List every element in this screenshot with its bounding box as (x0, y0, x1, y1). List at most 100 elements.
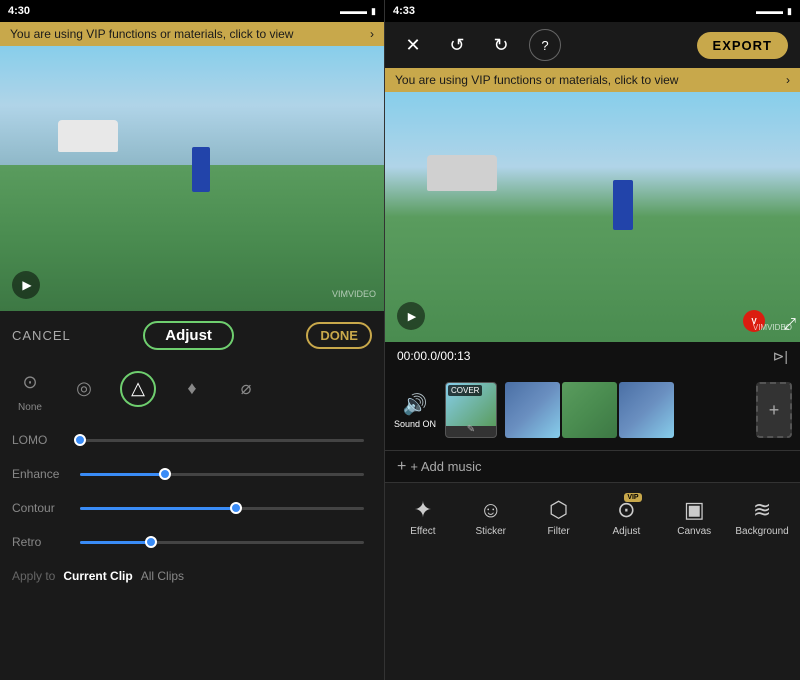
bottom-tool-canvas[interactable]: ▣ Canvas (666, 497, 722, 537)
clip-3[interactable] (619, 382, 674, 438)
filter-icons-row: ⊙ None ◎ △ ♦ ⌀ (0, 360, 384, 421)
slider-enhance: Enhance (12, 459, 372, 489)
effect-label: Effect (410, 526, 435, 537)
bottom-tool-filter[interactable]: ⬡ Filter (531, 497, 587, 537)
sound-label: Sound ON (394, 419, 436, 429)
cover-label: COVER (448, 385, 482, 396)
left-play-button[interactable]: ▶ (12, 271, 40, 299)
sound-button[interactable]: 🔊 Sound ON (393, 392, 437, 429)
filter-3[interactable]: △ (120, 371, 156, 407)
filter-5-icon: ⌀ (228, 371, 264, 407)
slider-contour-label: Contour (12, 501, 72, 515)
help-button[interactable]: ? (529, 29, 561, 61)
filter-2-icon: ◎ (66, 371, 102, 407)
left-status-icons: ▬▬▬ ▮ (340, 6, 376, 17)
timeline-bar: 00:00.0/00:13 ⊳| (385, 342, 800, 370)
close-button[interactable]: ✕ (397, 29, 429, 61)
filter-4[interactable]: ♦ (174, 371, 210, 407)
right-video-bg (385, 92, 800, 342)
cover-edit-icon: ✎ (467, 424, 475, 435)
apply-all-clips[interactable]: All Clips (141, 569, 184, 583)
background-label: Background (735, 526, 788, 537)
slider-retro-track[interactable] (80, 541, 364, 544)
filter-none-icon: ⊙ (12, 364, 48, 400)
clip-1[interactable] (505, 382, 560, 438)
vip-badge-tag: VIP (624, 493, 641, 502)
adjust-controls: CANCEL Adjust DONE ⊙ None ◎ △ ♦ ⌀ (0, 311, 384, 583)
clip-3-bg (619, 382, 674, 438)
fullscreen-button[interactable]: ⤢ (783, 316, 796, 334)
filter-5[interactable]: ⌀ (228, 371, 264, 407)
filter-2[interactable]: ◎ (66, 371, 102, 407)
slider-lomo: LOMO (12, 425, 372, 455)
left-panel: 4:30 ▬▬▬ ▮ You are using VIP functions o… (0, 0, 385, 680)
left-video-preview: ▶ VIMVIDEO (0, 46, 384, 311)
add-clip-button[interactable]: + (756, 382, 792, 438)
adjust-label: Adjust (612, 526, 640, 537)
apply-row: Apply to Current Clip All Clips (0, 561, 384, 583)
done-button[interactable]: DONE (306, 322, 372, 349)
right-video-preview: ▶ V VIMVIDEO ⤢ (385, 92, 800, 342)
left-time: 4:30 (8, 5, 30, 17)
adjust-header: CANCEL Adjust DONE (0, 321, 384, 360)
apply-current-clip[interactable]: Current Clip (63, 569, 132, 583)
add-music-row: + + Add music (385, 450, 800, 482)
right-vip-text: You are using VIP functions or materials… (395, 73, 678, 87)
right-play-button[interactable]: ▶ (397, 302, 425, 330)
signal-icon: ▬▬▬ (340, 6, 367, 16)
bottom-tool-adjust[interactable]: ⊙ VIP Adjust (598, 497, 654, 537)
timeline-end-button[interactable]: ⊳| (773, 348, 788, 365)
right-signal-icon: ▬▬▬ (756, 6, 783, 16)
adjust-title-button[interactable]: Adjust (143, 321, 234, 350)
toolbar-nav-buttons: ✕ ↺ ↻ ? (397, 29, 561, 61)
battery-icon: ▮ (371, 6, 376, 17)
track-area: 🔊 Sound ON COVER ✎ + (385, 370, 800, 450)
slider-contour: Contour (12, 493, 372, 523)
slider-enhance-track[interactable] (80, 473, 364, 476)
right-car (427, 155, 497, 191)
slider-lomo-label: LOMO (12, 433, 72, 447)
filter-icon: ⬡ (549, 497, 568, 523)
apply-label: Apply to (12, 569, 55, 583)
video-clips (505, 382, 748, 438)
slider-retro: Retro (12, 527, 372, 557)
filter-label: Filter (547, 526, 569, 537)
left-video-bg (0, 46, 384, 311)
add-music-button[interactable]: + + Add music (397, 458, 482, 476)
left-play-icon: ▶ (22, 278, 31, 292)
clip-2[interactable] (562, 382, 617, 438)
redo-button[interactable]: ↻ (485, 29, 517, 61)
filter-3-icon: △ (120, 371, 156, 407)
filter-none[interactable]: ⊙ None (12, 364, 48, 413)
undo-button[interactable]: ↺ (441, 29, 473, 61)
sticker-icon: ☺ (480, 497, 502, 523)
export-button[interactable]: EXPORT (697, 32, 788, 59)
right-play-icon: ▶ (408, 310, 416, 323)
clip-2-bg (562, 382, 617, 438)
right-vip-banner[interactable]: You are using VIP functions or materials… (385, 68, 800, 92)
bottom-tool-sticker[interactable]: ☺ Sticker (463, 497, 519, 537)
cancel-button[interactable]: CANCEL (12, 328, 71, 343)
right-toolbar: ✕ ↺ ↻ ? EXPORT (385, 22, 800, 68)
bottom-toolbar: ✦ Effect ☺ Sticker ⬡ Filter ⊙ VIP Adjust… (385, 482, 800, 550)
timeline-current: 00:00.0/00:13 (397, 349, 470, 363)
right-vip-arrow: › (786, 73, 790, 87)
right-time: 4:33 (393, 5, 415, 17)
bottom-tool-effect[interactable]: ✦ Effect (395, 497, 451, 537)
slider-contour-track[interactable] (80, 507, 364, 510)
left-car (58, 120, 118, 152)
add-music-label: + Add music (410, 459, 481, 474)
adjust-icon: ⊙ VIP (617, 497, 635, 523)
slider-lomo-track[interactable] (80, 439, 364, 442)
sliders-section: LOMO Enhance Contour (0, 421, 384, 557)
right-status-icons: ▬▬▬ ▮ (756, 6, 792, 17)
cover-thumbnail[interactable]: COVER ✎ (445, 382, 497, 438)
clip-1-bg (505, 382, 560, 438)
bottom-tool-background[interactable]: ≋ Background (734, 497, 790, 537)
right-status-bar: 4:33 ▬▬▬ ▮ (385, 0, 800, 22)
add-music-plus-icon: + (397, 458, 406, 476)
left-vip-banner[interactable]: You are using VIP functions or materials… (0, 22, 384, 46)
left-vip-text: You are using VIP functions or materials… (10, 27, 293, 41)
sticker-label: Sticker (475, 526, 506, 537)
canvas-label: Canvas (677, 526, 711, 537)
